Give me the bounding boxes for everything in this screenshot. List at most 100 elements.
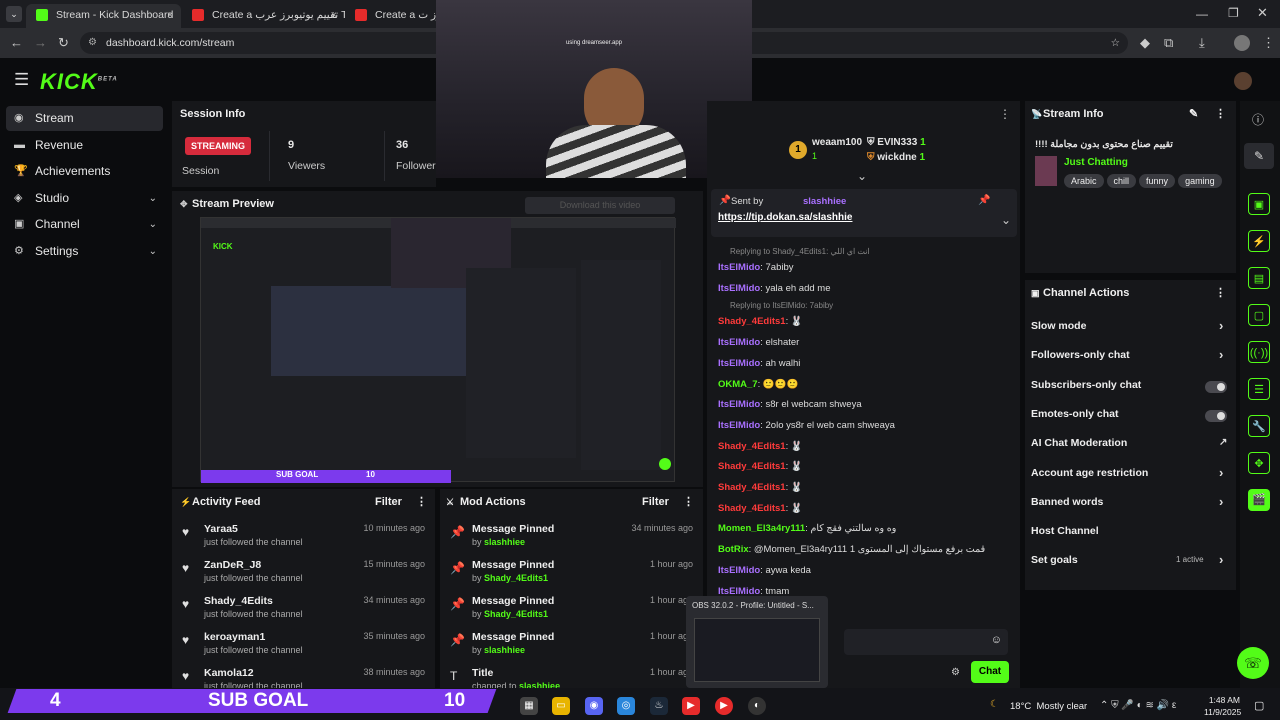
action-host-channel[interactable]: Host Channel (1031, 525, 1231, 539)
discord-icon[interactable]: ◉ (585, 697, 603, 715)
media-player-icon[interactable]: ▶ (715, 697, 733, 715)
user-avatar[interactable] (1234, 72, 1252, 90)
unpin-icon[interactable]: 📌 (978, 195, 990, 206)
download-video-button[interactable]: Download this video (525, 197, 675, 214)
follower-name[interactable]: keroayman1 (204, 631, 265, 643)
follower-name[interactable]: Kamola12 (204, 667, 254, 679)
chevron-right-icon[interactable]: › (1219, 465, 1223, 480)
chevron-down-icon[interactable]: ⌄ (149, 212, 157, 237)
sidebar-item-stream[interactable]: ◉ Stream (6, 106, 163, 131)
chat-username[interactable]: ItsElMido (718, 358, 760, 369)
filter-button[interactable]: Filter (375, 489, 402, 515)
more-options-icon[interactable]: ⋮ (683, 489, 694, 515)
action-emotes-only-chat[interactable]: Emotes-only chat (1031, 408, 1231, 422)
action-set-goals[interactable]: Set goals › 1 active (1031, 552, 1231, 568)
sidebar-item-achievements[interactable]: 🏆 Achievements (6, 159, 163, 184)
youtube-icon[interactable]: ▶ (682, 697, 700, 715)
third-user[interactable]: ⛨ wickdne 1 (867, 152, 925, 163)
tag-gaming[interactable]: gaming (1178, 174, 1222, 188)
chevron-right-icon[interactable]: › (1219, 347, 1223, 362)
bolt-icon[interactable]: ⚡ (1248, 230, 1270, 252)
chat-input[interactable]: ☺ (844, 629, 1008, 655)
subscribers-only-chat-toggle[interactable] (1205, 380, 1227, 393)
support-chat-icon[interactable]: ☏ (1237, 647, 1269, 679)
chat-username[interactable]: BotRix (718, 544, 749, 555)
chat-bubble-icon[interactable]: ▢ (1248, 304, 1270, 326)
obs-icon[interactable]: ◐ (748, 697, 766, 715)
action-account-age-restriction[interactable]: Account age restriction › (1031, 465, 1231, 481)
mod-user[interactable]: slashhiee (519, 681, 560, 688)
chat-username[interactable]: ItsElMido (718, 565, 760, 576)
window-close-icon[interactable]: ✕ (1257, 5, 1268, 21)
chat-username[interactable]: ItsElMido (718, 399, 760, 410)
filter-button[interactable]: Filter (642, 489, 669, 515)
top-user-name[interactable]: weaam100 (812, 137, 862, 148)
tab-kick-dashboard[interactable]: Stream - Kick Dashboard × (26, 4, 181, 28)
follower-name[interactable]: Shady_4Edits (204, 595, 273, 607)
tab-create-tier[interactable]: Create a تقييم يوتيوبرز عرب Tier× (182, 4, 345, 28)
download-icon[interactable]: ⤓ (1199, 35, 1205, 51)
puzzle-rail-icon[interactable]: ✥ (1248, 452, 1270, 474)
maximize-icon[interactable]: ❐ (1228, 6, 1239, 20)
mod-user[interactable]: slashhiee (484, 537, 525, 547)
chat-settings-icon[interactable]: ⚙ (951, 667, 960, 678)
chrome-icon[interactable]: ◎ (617, 697, 635, 715)
send-chat-button[interactable]: Chat (971, 661, 1009, 683)
tab-create-creators[interactable]: Create a تقييم كريتورز ت (345, 4, 440, 28)
action-followers-only-chat[interactable]: Followers-only chat › (1031, 347, 1231, 363)
bookmark-star-icon[interactable]: ☆ (1111, 32, 1120, 54)
more-options-icon[interactable]: ⋮ (1215, 280, 1226, 306)
sidebar-item-revenue[interactable]: ▬ Revenue (6, 133, 163, 158)
chat-username[interactable]: Shady_4Edits1 (718, 461, 786, 472)
wrench-icon[interactable]: 🔧 (1248, 415, 1270, 437)
follower-name[interactable]: ZanDeR_J8 (204, 559, 261, 571)
second-user[interactable]: ⛨ EVIN333 1 (867, 137, 926, 148)
chat-username[interactable]: ItsElMido (718, 586, 760, 597)
reload-icon[interactable]: ↻ (58, 35, 69, 51)
sidebar-item-settings[interactable]: ⚙ Settings ⌄ (6, 239, 163, 264)
forward-icon[interactable]: → (34, 35, 47, 50)
edit-pencil-icon[interactable]: ✎ (1189, 101, 1198, 127)
screen-icon[interactable]: ▣ (1248, 193, 1270, 215)
expand-icon[interactable]: ✥ (180, 191, 188, 217)
chat-username[interactable]: Momen_El3a4ry111 (718, 523, 805, 534)
broadcast-icon[interactable]: ((·)) (1248, 341, 1270, 363)
tag-chill[interactable]: chill (1106, 174, 1137, 188)
chat-more-icon[interactable]: ⋮ (999, 107, 1011, 121)
list-icon[interactable]: ☰ (1248, 378, 1270, 400)
mod-user[interactable]: Shady_4Edits1 (484, 609, 548, 619)
chat-username[interactable]: Shady_4Edits1 (718, 316, 786, 327)
card-icon[interactable]: ▤ (1248, 267, 1270, 289)
chevron-right-icon[interactable]: › (1219, 494, 1223, 509)
file-explorer-icon[interactable]: ▭ (552, 697, 570, 715)
chat-username[interactable]: Shady_4Edits1 (718, 482, 786, 493)
info-icon[interactable]: ⓘ (1252, 111, 1264, 128)
close-icon[interactable]: × (167, 4, 173, 26)
follower-name[interactable]: Yaraa5 (204, 523, 238, 535)
obs-taskbar-preview[interactable]: OBS 32.0.2 - Profile: Untitled - S... (686, 596, 828, 688)
chevron-down-icon[interactable]: ⌄ (149, 186, 157, 211)
menu-dots-icon[interactable]: ⋮ (1262, 35, 1275, 51)
close-icon[interactable]: × (331, 4, 337, 26)
emoji-icon[interactable]: ☺ (991, 634, 1002, 646)
expand-chevron-icon[interactable]: ⌄ (1001, 213, 1011, 227)
tag-arabic[interactable]: Arabic (1064, 174, 1104, 188)
action-subscribers-only-chat[interactable]: Subscribers-only chat (1031, 379, 1231, 393)
mod-user[interactable]: slashhiee (484, 645, 525, 655)
tag-funny[interactable]: funny (1139, 174, 1176, 188)
back-icon[interactable]: ← (10, 35, 23, 50)
chat-username[interactable]: Shady_4Edits1 (718, 503, 786, 514)
site-info-icon[interactable]: ⚙ (88, 32, 97, 54)
pinned-user[interactable]: slashhiee (803, 196, 846, 207)
emotes-only-chat-toggle[interactable] (1205, 409, 1227, 422)
hamburger-menu-icon[interactable]: ☰ (14, 70, 29, 90)
minimize-icon[interactable]: — (1196, 7, 1208, 21)
chevron-right-icon[interactable]: › (1219, 318, 1223, 333)
steam-icon[interactable]: ♨ (650, 697, 668, 715)
extension-icon[interactable]: ◆ (1140, 35, 1150, 51)
clapper-icon[interactable]: 🎬 (1248, 489, 1270, 511)
tray-icons[interactable]: ⌃ ⛨ 🎤 ◐ ≋ 🔊 ε (1100, 700, 1176, 711)
action-banned-words[interactable]: Banned words › (1031, 494, 1231, 510)
chevron-right-icon[interactable]: › (1219, 552, 1223, 567)
chat-username[interactable]: Shady_4Edits1 (718, 441, 786, 452)
